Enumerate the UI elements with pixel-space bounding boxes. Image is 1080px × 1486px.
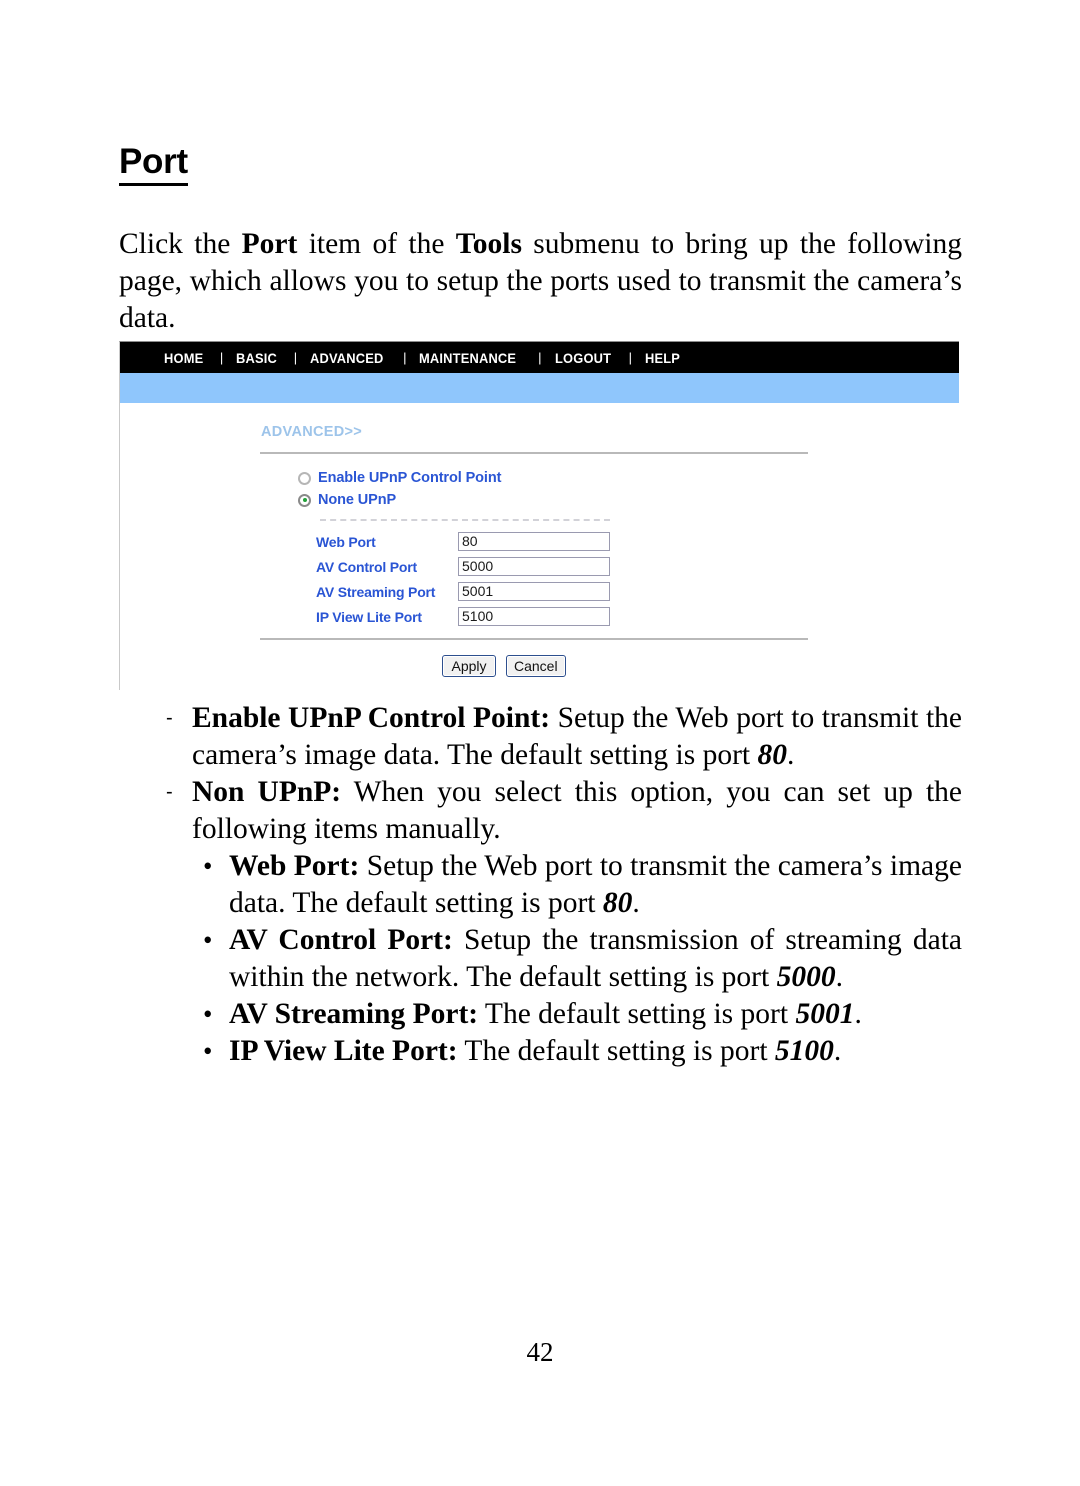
- nav-separator: |: [628, 350, 632, 365]
- list-item-value: 5000: [776, 961, 836, 993]
- bullet-list: - Enable UPnP Control Point: Setup the W…: [119, 700, 962, 1070]
- ui-accent-band: [120, 373, 959, 403]
- nav-item-logout[interactable]: LOGOUT: [555, 350, 611, 366]
- list-marker: •: [203, 999, 213, 1029]
- intro-bold-tools: Tools: [455, 227, 522, 260]
- list-item-value: 5001: [795, 998, 855, 1030]
- list-item-text: AV Control Port: Setup the transmission …: [229, 922, 962, 996]
- nav-item-home[interactable]: HOME: [164, 350, 203, 366]
- list-item: • AV Streaming Port: The default setting…: [119, 996, 962, 1033]
- nav-separator: |: [293, 350, 298, 365]
- breadcrumb: ADVANCED>>: [261, 424, 363, 440]
- field-input-web-port[interactable]: 80: [458, 532, 610, 551]
- page-number: 42: [526, 1337, 554, 1367]
- nav-separator: |: [219, 350, 224, 365]
- radio-icon-checked[interactable]: [298, 493, 311, 507]
- intro-bold-port: Port: [241, 227, 298, 260]
- nav-item-maintenance[interactable]: MAINTENANCE: [419, 350, 516, 366]
- list-item-lead: AV Control Port:: [229, 924, 453, 956]
- list-item-text: Non UPnP: When you select this option, y…: [192, 774, 962, 848]
- intro-text-1: Click the: [119, 227, 242, 260]
- field-input-av-streaming-port[interactable]: 5001: [458, 582, 610, 601]
- field-label-av-control-port: AV Control Port: [316, 558, 417, 575]
- list-marker: •: [203, 851, 213, 881]
- list-item: - Enable UPnP Control Point: Setup the W…: [119, 700, 962, 774]
- radio-label-none-upnp: None UPnP: [318, 492, 397, 508]
- list-item: - Non UPnP: When you select this option,…: [119, 774, 962, 848]
- field-row-web-port: Web Port 80: [316, 532, 610, 551]
- list-item-value: 80: [757, 739, 788, 771]
- intro-paragraph: Click the Port item of the Tools submenu…: [119, 226, 962, 337]
- document-page: Port Click the Port item of the Tools su…: [0, 0, 1080, 1486]
- list-item-tail: .: [632, 887, 640, 919]
- list-marker: -: [166, 781, 173, 803]
- list-item-value: 5100: [774, 1035, 834, 1067]
- list-item-lead: Web Port:: [229, 850, 360, 882]
- divider-top: [260, 452, 808, 454]
- list-item: • AV Control Port: Setup the transmissio…: [119, 922, 962, 996]
- page-title: Port: [119, 142, 188, 186]
- list-marker: -: [166, 707, 173, 729]
- nav-item-help[interactable]: HELP: [645, 350, 680, 366]
- field-label-av-streaming-port: AV Streaming Port: [316, 583, 436, 600]
- ui-navbar: HOME | BASIC | ADVANCED | MAINTENANCE | …: [120, 342, 959, 373]
- field-row-ip-view-lite-port: IP View Lite Port 5100: [316, 607, 610, 626]
- list-item-tail: .: [854, 998, 862, 1030]
- list-marker: •: [203, 925, 213, 955]
- list-item-tail: .: [835, 961, 843, 993]
- form-actions: Apply Cancel: [442, 655, 566, 677]
- list-item-lead: AV Streaming Port:: [229, 998, 479, 1030]
- divider-bottom: [260, 638, 808, 640]
- nav-separator: |: [403, 350, 407, 365]
- nav-item-basic[interactable]: BASIC: [236, 350, 277, 366]
- nav-separator: |: [538, 350, 542, 365]
- intro-text-2: item of the: [297, 227, 456, 260]
- list-item: • Web Port: Setup the Web port to transm…: [119, 848, 962, 922]
- list-marker: •: [203, 1036, 213, 1066]
- radio-option-enable-upnp[interactable]: Enable UPnP Control Point: [298, 470, 501, 486]
- radio-label-enable-upnp: Enable UPnP Control Point: [318, 470, 502, 486]
- nav-item-advanced[interactable]: ADVANCED: [310, 350, 384, 366]
- field-label-ip-view-lite-port: IP View Lite Port: [316, 608, 422, 625]
- field-row-av-control-port: AV Control Port 5000: [316, 557, 610, 576]
- list-item-value: 80: [602, 887, 633, 919]
- divider-dashed: [320, 519, 610, 521]
- list-item: • IP View Lite Port: The default setting…: [119, 1033, 962, 1070]
- ui-content-area: ADVANCED>> Enable UPnP Control Point Non…: [120, 403, 959, 690]
- apply-button[interactable]: Apply: [442, 655, 496, 677]
- radio-option-none-upnp[interactable]: None UPnP: [298, 492, 396, 508]
- list-item-text: Enable UPnP Control Point: Setup the Web…: [192, 700, 962, 774]
- field-label-web-port: Web Port: [316, 533, 376, 550]
- list-item-lead: Non UPnP:: [192, 776, 342, 808]
- list-item-text: IP View Lite Port: The default setting i…: [229, 1033, 962, 1070]
- list-item-body: The default setting is port: [457, 1035, 775, 1067]
- radio-icon-unchecked[interactable]: [298, 471, 311, 485]
- field-input-av-control-port[interactable]: 5000: [458, 557, 610, 576]
- list-item-lead: Enable UPnP Control Point:: [192, 702, 551, 734]
- field-row-av-streaming-port: AV Streaming Port 5001: [316, 582, 610, 601]
- cancel-button[interactable]: Cancel: [506, 655, 566, 677]
- field-input-ip-view-lite-port[interactable]: 5100: [458, 607, 610, 626]
- camera-ui-screenshot: HOME | BASIC | ADVANCED | MAINTENANCE | …: [119, 341, 959, 690]
- list-item-lead: IP View Lite Port:: [229, 1035, 458, 1067]
- list-item-text: Web Port: Setup the Web port to transmit…: [229, 848, 962, 922]
- list-item-tail: .: [787, 739, 795, 771]
- list-item-tail: .: [833, 1035, 842, 1067]
- list-item-text: AV Streaming Port: The default setting i…: [229, 996, 962, 1033]
- list-item-body: The default setting is port: [478, 998, 796, 1030]
